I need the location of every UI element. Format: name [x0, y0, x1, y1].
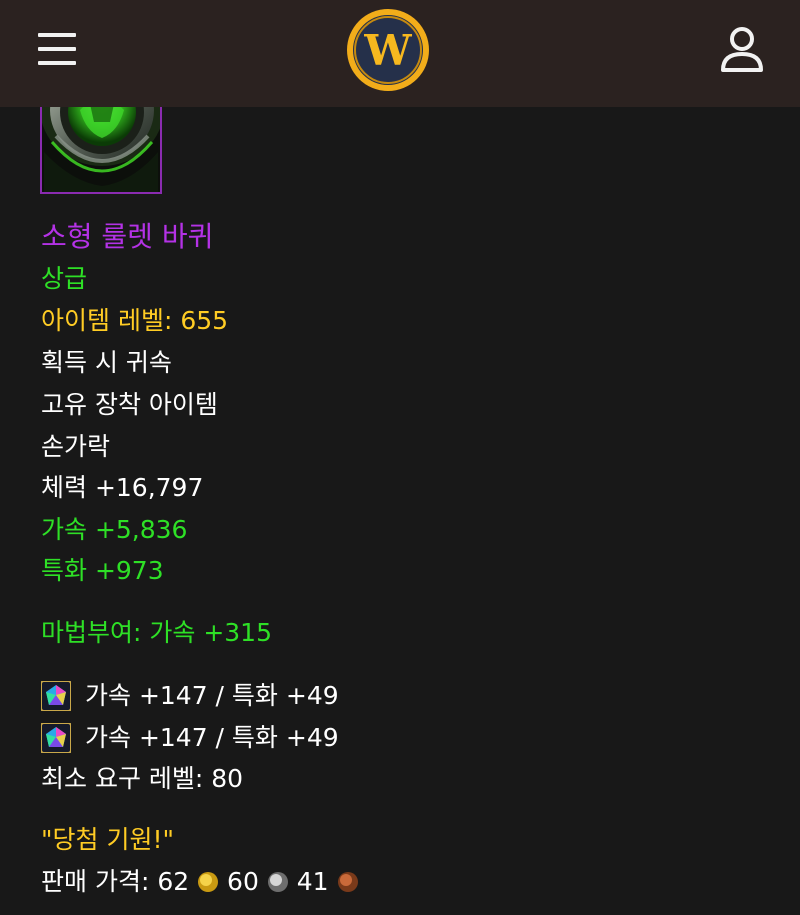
- prismatic-gem-icon: [41, 723, 71, 753]
- wow-logo-icon[interactable]: W: [345, 7, 431, 93]
- user-profile-icon[interactable]: [719, 26, 765, 74]
- item-binding: 획득 시 귀속: [41, 348, 172, 377]
- item-quality: 상급: [41, 264, 88, 293]
- stat-haste: 가속 +5,836: [41, 515, 188, 544]
- hamburger-menu-icon[interactable]: [38, 33, 78, 67]
- prismatic-gem-icon: [41, 681, 71, 711]
- stat-stamina: 체력 +16,797: [41, 473, 204, 502]
- gem-text: 가속 +147 / 특화 +49: [85, 723, 339, 752]
- item-name: 소형 룰렛 바퀴: [41, 220, 214, 253]
- sell-price-label: 판매 가격:: [41, 867, 150, 896]
- silver-coin-icon: [267, 872, 288, 892]
- item-tooltip: 소형 룰렛 바퀴 상급 아이템 레벨: 655 획득 시 귀속 고유 장착 아이…: [0, 0, 800, 915]
- required-level: 최소 요구 레벨: 80: [41, 764, 244, 793]
- flavor-text: "당첨 기원!": [41, 825, 174, 854]
- stat-mastery: 특화 +973: [41, 556, 164, 585]
- sell-price: 판매 가격: 62 60 41: [41, 866, 359, 898]
- copper-amount: 41: [296, 867, 329, 896]
- silver-amount: 60: [227, 867, 259, 896]
- item-level: 아이템 레벨: 655: [41, 306, 229, 335]
- copper-coin-icon: [337, 872, 358, 892]
- logo-letter: W: [363, 26, 412, 75]
- top-navigation-bar: W: [0, 0, 800, 107]
- item-unique: 고유 장착 아이템: [41, 390, 218, 419]
- gold-amount: 62: [157, 867, 190, 896]
- gem-text: 가속 +147 / 특화 +49: [85, 681, 339, 710]
- item-slot: 손가락: [41, 432, 111, 461]
- enchant-text: 마법부여: 가속 +315: [41, 618, 272, 647]
- gold-coin-icon: [198, 872, 219, 892]
